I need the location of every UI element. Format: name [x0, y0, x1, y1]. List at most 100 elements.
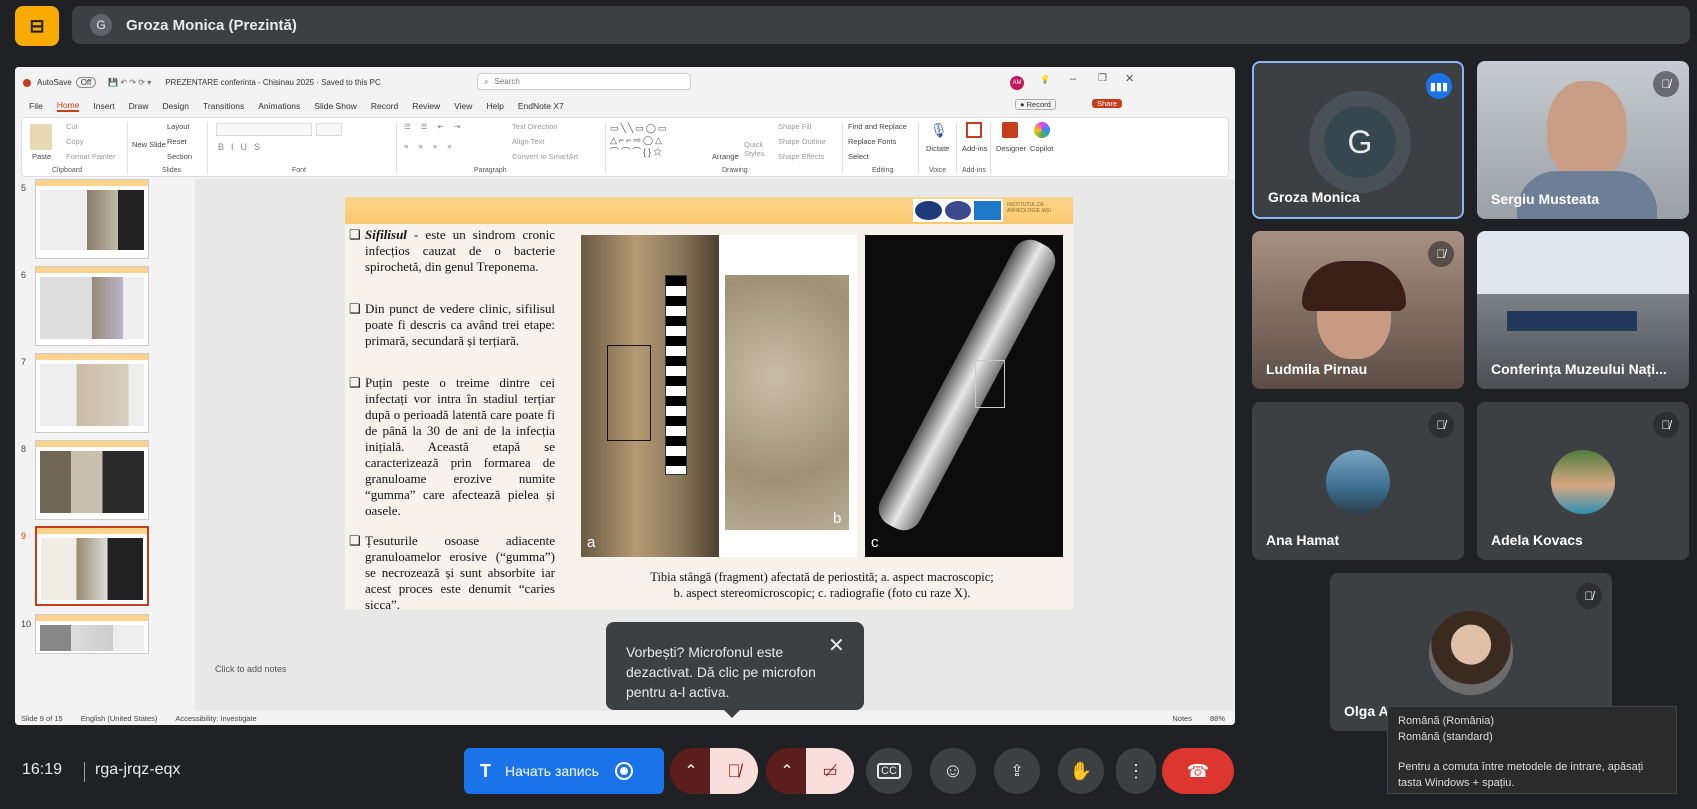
record-ppt-button[interactable]: ● Record — [1015, 99, 1056, 110]
highlight-box — [975, 360, 1005, 408]
new-slide-button[interactable]: New Slide — [132, 140, 166, 149]
find-replace-button[interactable]: Find and Replace — [848, 122, 907, 131]
align-text-button[interactable]: Align Text — [512, 137, 544, 146]
addins-button[interactable]: Add-ins — [962, 144, 987, 153]
layout-button[interactable]: Layout — [167, 122, 190, 131]
tab-slide-show[interactable]: Slide Show — [314, 101, 357, 111]
paste-icon[interactable] — [30, 124, 52, 150]
tab-insert[interactable]: Insert — [93, 101, 114, 111]
tab-help[interactable]: Help — [486, 101, 503, 111]
share-button[interactable]: Share — [1092, 99, 1123, 108]
zoom-level[interactable]: 88% — [1210, 714, 1225, 723]
slide-number: 10 — [21, 619, 32, 629]
quick-styles-button[interactable]: Quick Styles — [744, 140, 774, 158]
current-slide[interactable]: INSTITUTUL DE ARHEOLOGIE IAȘI ❑ Sifilisu… — [345, 197, 1073, 612]
record-button[interactable]: T Начать запись — [464, 748, 664, 794]
close-icon[interactable]: ✕ — [1125, 72, 1134, 85]
convert-smartart-button[interactable]: Convert to SmartArt — [512, 152, 578, 161]
divider — [396, 122, 397, 174]
copilot-button[interactable]: Copilot — [1030, 144, 1053, 153]
group-paragraph: Paragraph — [474, 167, 507, 174]
list-icons[interactable]: ☰ ☰ ⇤ ⇥ — [404, 122, 464, 131]
participant-tile-conference-room[interactable]: Conferința Muzeului Nați... — [1477, 231, 1689, 389]
notes-placeholder[interactable]: Click to add notes — [215, 664, 287, 674]
minimize-icon[interactable]: – — [1070, 73, 1076, 85]
font-size-box[interactable] — [316, 123, 342, 136]
mic-toggle-button[interactable]: 🎙̸ — [710, 748, 758, 794]
font-format-icons[interactable]: BIUS — [218, 142, 267, 152]
copilot-icon[interactable] — [1034, 122, 1050, 138]
mic-off-icon: 🎙̸ — [1428, 412, 1454, 438]
close-tooltip-icon[interactable]: ✕ — [828, 636, 845, 656]
tab-draw[interactable]: Draw — [129, 101, 149, 111]
copy-button[interactable]: Copy — [66, 137, 84, 146]
cut-button[interactable]: Cut — [66, 122, 78, 131]
maximize-icon[interactable]: ❐ — [1098, 73, 1107, 84]
select-button[interactable]: Select — [848, 152, 869, 161]
present-button[interactable]: ⇪ — [994, 748, 1040, 794]
document-title[interactable]: PREZENTARE conferinta - Chisinau 2025 · … — [165, 78, 381, 87]
dictate-button[interactable]: Dictate — [926, 144, 949, 153]
paste-label[interactable]: Paste — [32, 152, 51, 161]
meeting-code[interactable]: rga-jrqz-eqx — [95, 761, 180, 779]
tab-transitions[interactable]: Transitions — [203, 101, 244, 111]
tab-animations[interactable]: Animations — [258, 101, 300, 111]
tab-endnote[interactable]: EndNote X7 — [518, 101, 564, 111]
format-painter-button[interactable]: Format Painter — [66, 152, 116, 161]
slide-thumbnail-5[interactable] — [35, 179, 149, 259]
shape-effects-button[interactable]: Shape Effects — [778, 152, 825, 161]
raise-hand-button[interactable]: ✋ — [1058, 748, 1104, 794]
tab-record[interactable]: Record — [371, 101, 398, 111]
leave-call-button[interactable]: ☎ — [1162, 748, 1234, 794]
slide-thumbnail-8[interactable] — [35, 440, 149, 520]
participant-tile-groza-monica[interactable]: G ▮▮▮ Groza Monica — [1252, 61, 1464, 219]
shapes-gallery[interactable]: ▭╲╲▭◯▭ △⌐⌐⇨◯△ ⌒⌒⌒{}☆ — [610, 122, 698, 160]
ppt-search-box[interactable]: ⌕ Search — [477, 73, 691, 90]
designer-button[interactable]: Designer — [996, 144, 1026, 153]
shape-outline-button[interactable]: Shape Outline — [778, 137, 826, 146]
divider — [127, 122, 128, 174]
shape-fill-button[interactable]: Shape Fill — [778, 122, 811, 131]
reset-button[interactable]: Reset — [167, 137, 187, 146]
xray-bone — [872, 235, 1062, 537]
participant-tile-sergiu-musteata[interactable]: 🎙̸ Sergiu Musteata — [1477, 61, 1689, 219]
tab-design[interactable]: Design — [163, 101, 189, 111]
mic-options-button[interactable]: ⌃ — [670, 748, 712, 794]
tab-home[interactable]: Home — [56, 100, 80, 112]
quick-access-icons[interactable]: 💾 ↶ ↷ ⟳ ▾ — [108, 78, 151, 87]
addins-icon[interactable] — [966, 122, 982, 138]
camera-options-button[interactable]: ⌃ — [766, 748, 808, 794]
replace-fonts-button[interactable]: Replace Fonts — [848, 137, 896, 146]
arrange-button[interactable]: Arrange — [712, 152, 739, 161]
text-direction-button[interactable]: Text Direction — [512, 122, 557, 131]
tab-view[interactable]: View — [454, 101, 472, 111]
camera-toggle-button[interactable]: ▭̸ — [806, 748, 854, 794]
tab-file[interactable]: File — [29, 101, 43, 111]
align-icons[interactable]: ≡ ≡ ≡ ≡ — [404, 142, 456, 151]
lightbulb-icon[interactable]: 💡 — [1040, 75, 1050, 84]
autosave-toggle[interactable]: Off — [75, 77, 97, 88]
font-name-box[interactable] — [216, 123, 312, 136]
slide-thumbnail-9[interactable] — [35, 526, 149, 606]
accessibility-status[interactable]: Accessibility: Investigate — [175, 714, 256, 723]
captions-button[interactable]: CC — [866, 748, 912, 794]
user-avatar[interactable]: AM — [1010, 76, 1024, 90]
section-button[interactable]: Section — [167, 152, 192, 161]
participant-tile-adela-kovacs[interactable]: 🎙̸ Adela Kovacs — [1477, 402, 1689, 560]
slide-thumbnail-10[interactable] — [35, 614, 149, 654]
notes-toggle[interactable]: Notes — [1172, 714, 1192, 723]
microphone-icon[interactable]: 🎙 — [930, 122, 948, 139]
slide-counter[interactable]: Slide 9 of 15 — [21, 714, 63, 723]
slide-thumbnail-7[interactable] — [35, 353, 149, 433]
tab-review[interactable]: Review — [412, 101, 440, 111]
thumb-content — [40, 190, 144, 250]
language-status[interactable]: English (United States) — [81, 714, 158, 723]
slide-thumbnail-6[interactable] — [35, 266, 149, 346]
reactions-button[interactable]: ☺ — [930, 748, 976, 794]
participant-tile-ana-hamat[interactable]: 🎙̸ Ana Hamat — [1252, 402, 1464, 560]
more-options-button[interactable]: ⋮ — [1116, 748, 1156, 794]
square-bullet-icon: ❑ — [349, 375, 361, 390]
participant-tile-ludmila-pirnau[interactable]: 🎙̸ Ludmila Pirnau — [1252, 231, 1464, 389]
designer-icon[interactable] — [1002, 122, 1018, 138]
thumb-header — [36, 354, 148, 360]
